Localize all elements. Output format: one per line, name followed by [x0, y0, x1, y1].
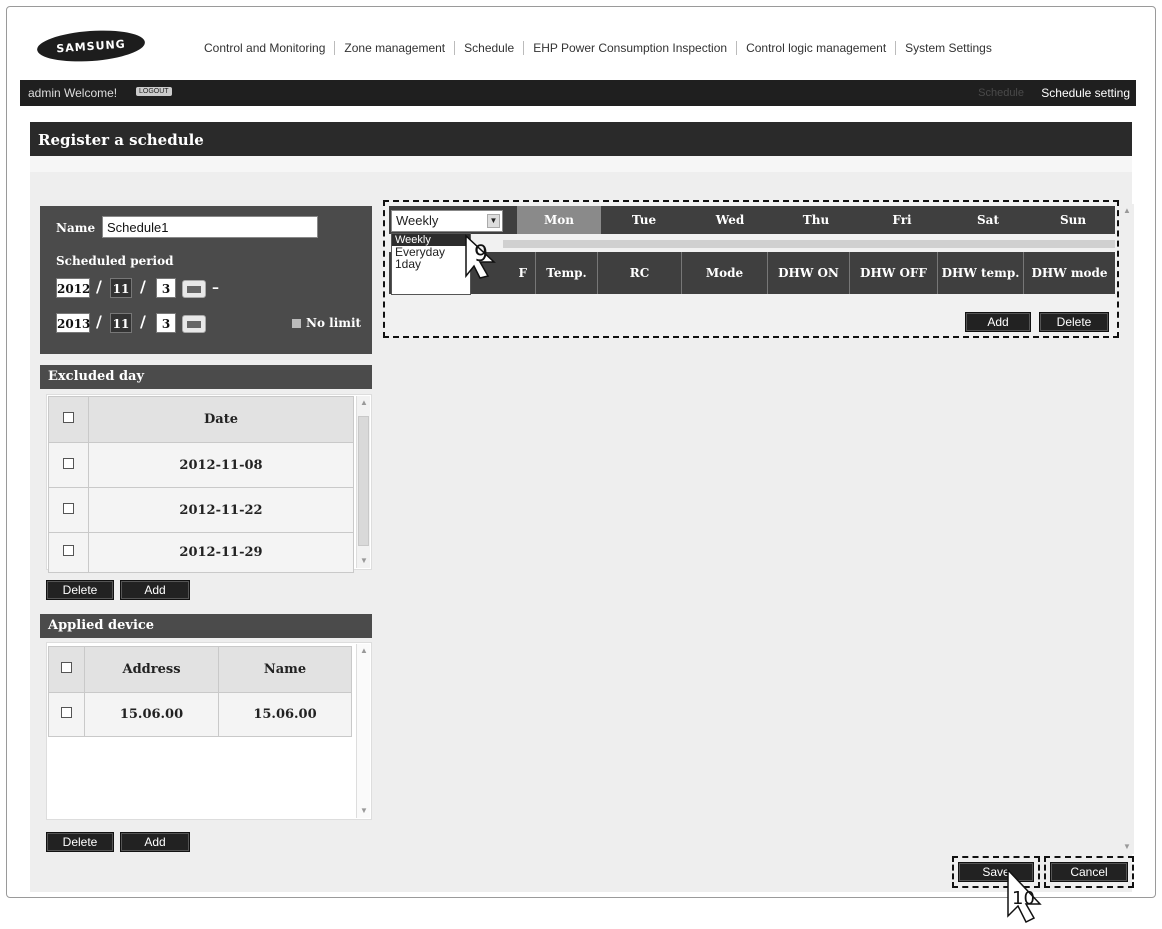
start-day-field[interactable]: 3 — [156, 278, 176, 298]
nav-system-settings[interactable]: System Settings — [896, 41, 1001, 55]
start-month-field[interactable]: 11 — [110, 278, 132, 298]
select-all-cell — [48, 646, 85, 693]
step-callout-9: 9 — [474, 242, 488, 267]
no-limit-label: No limit — [306, 316, 362, 330]
no-limit-checkbox[interactable] — [292, 319, 301, 328]
excluded-delete-button[interactable]: Delete — [46, 580, 114, 600]
scroll-up-icon[interactable]: ▲ — [1122, 206, 1132, 216]
schedule-delete-button[interactable]: Delete — [1039, 312, 1109, 332]
date-separator: / — [96, 277, 102, 296]
step-callout-10: 10 — [1012, 888, 1035, 909]
device-address: 15.06.00 — [84, 692, 219, 737]
tab-thu[interactable]: Thu — [773, 206, 859, 234]
breadcrumb-current: Schedule setting — [1041, 86, 1130, 100]
main-scrollbar[interactable]: ▲ ▼ — [1120, 204, 1134, 854]
scroll-down-icon[interactable]: ▼ — [1122, 842, 1132, 852]
tab-sun[interactable]: Sun — [1031, 206, 1115, 234]
tab-sat[interactable]: Sat — [945, 206, 1031, 234]
col-dhw-off: DHW OFF — [849, 252, 937, 294]
excluded-date: 2012-11-29 — [88, 532, 354, 573]
name-column-header: Name — [218, 646, 352, 693]
table-row: 2012-11-08 — [48, 442, 354, 488]
select-all-checkbox[interactable] — [63, 412, 74, 423]
excluded-date: 2012-11-08 — [88, 442, 354, 488]
nav-schedule[interactable]: Schedule — [455, 41, 525, 55]
date-column-header: Date — [88, 396, 354, 443]
page-title: Register a schedule — [30, 122, 1132, 156]
row-checkbox[interactable] — [63, 502, 74, 514]
date-separator: / — [96, 312, 102, 331]
scroll-up-icon[interactable]: ▲ — [359, 398, 369, 408]
col-dhw-mode: DHW mode — [1023, 252, 1115, 294]
row-checkbox[interactable] — [63, 545, 74, 556]
logout-button[interactable]: LOGOUT — [136, 87, 172, 96]
table-row: 15.06.00 15.06.00 — [48, 692, 352, 737]
nav-ehp-power[interactable]: EHP Power Consumption Inspection — [524, 41, 738, 55]
name-label: Name — [56, 221, 96, 235]
excluded-day-header: Excluded day — [40, 365, 372, 389]
tab-tue[interactable]: Tue — [601, 206, 687, 234]
applied-device-table: Address Name 15.06.00 15.06.00 — [48, 646, 352, 737]
device-add-button[interactable]: Add — [120, 832, 190, 852]
select-all-cell — [48, 396, 89, 443]
breadcrumb-schedule[interactable]: Schedule — [978, 87, 1024, 99]
col-rc: RC — [597, 252, 681, 294]
repeat-select[interactable]: Weekly ▼ — [391, 210, 503, 232]
applied-device-header: Applied device — [40, 614, 372, 638]
cancel-button[interactable]: Cancel — [1050, 862, 1128, 882]
start-year-field[interactable]: 2012 — [56, 278, 90, 298]
calendar-icon[interactable] — [182, 280, 206, 298]
schedule-add-button[interactable]: Add — [965, 312, 1031, 332]
device-delete-button[interactable]: Delete — [46, 832, 114, 852]
table-row: 2012-11-29 — [48, 532, 354, 573]
nav-control-logic[interactable]: Control logic management — [737, 41, 897, 55]
samsung-logo: SAMSUNG — [36, 27, 146, 65]
top-navigation: Control and Monitoring Zone management S… — [195, 41, 1001, 55]
excluded-day-table: Date 2012-11-08 2012-11-22 2012-11-29 — [48, 396, 354, 573]
tab-fri[interactable]: Fri — [859, 206, 945, 234]
col-temp: Temp. — [535, 252, 597, 294]
end-month-field[interactable]: 11 — [110, 313, 132, 333]
nav-control-monitoring[interactable]: Control and Monitoring — [195, 41, 336, 55]
excluded-add-button[interactable]: Add — [120, 580, 190, 600]
table-row: 2012-11-22 — [48, 487, 354, 533]
address-column-header: Address — [84, 646, 219, 693]
row-checkbox[interactable] — [63, 457, 74, 469]
period-label: Scheduled period — [56, 254, 174, 268]
schedule-info-panel: Name Schedule1 Scheduled period 2012 / 1… — [40, 206, 372, 354]
date-separator: / — [140, 312, 146, 331]
date-separator: / — [140, 277, 146, 296]
timeline-bar — [503, 240, 1115, 248]
col-mode: Mode — [681, 252, 767, 294]
nav-zone-management[interactable]: Zone management — [335, 41, 456, 55]
scroll-thumb[interactable] — [358, 416, 369, 546]
applied-device-scrollbar[interactable]: ▲ ▼ — [356, 644, 370, 818]
scroll-up-icon[interactable]: ▲ — [359, 646, 369, 656]
period-dash: – — [212, 280, 219, 296]
row-checkbox[interactable] — [61, 707, 72, 718]
col-dhw-temp: DHW temp. — [937, 252, 1023, 294]
user-bar: admin Welcome! LOGOUT Schedule Schedule … — [20, 80, 1136, 106]
end-day-field[interactable]: 3 — [156, 313, 176, 333]
repeat-select-value: Weekly — [396, 213, 439, 228]
tab-mon[interactable]: Mon — [517, 206, 601, 234]
scroll-down-icon[interactable]: ▼ — [359, 556, 369, 566]
welcome-text: admin Welcome! — [28, 86, 118, 100]
excluded-day-scrollbar[interactable]: ▲ ▼ — [356, 396, 370, 568]
tab-wed[interactable]: Wed — [687, 206, 773, 234]
end-year-field[interactable]: 2013 — [56, 313, 90, 333]
calendar-icon[interactable] — [182, 315, 206, 333]
device-name: 15.06.00 — [218, 692, 352, 737]
col-dhw-on: DHW ON — [767, 252, 849, 294]
select-all-checkbox[interactable] — [61, 662, 72, 673]
scroll-down-icon[interactable]: ▼ — [359, 806, 369, 816]
excluded-date: 2012-11-22 — [88, 487, 354, 533]
chevron-down-icon[interactable]: ▼ — [487, 214, 500, 228]
name-input[interactable]: Schedule1 — [102, 216, 318, 238]
